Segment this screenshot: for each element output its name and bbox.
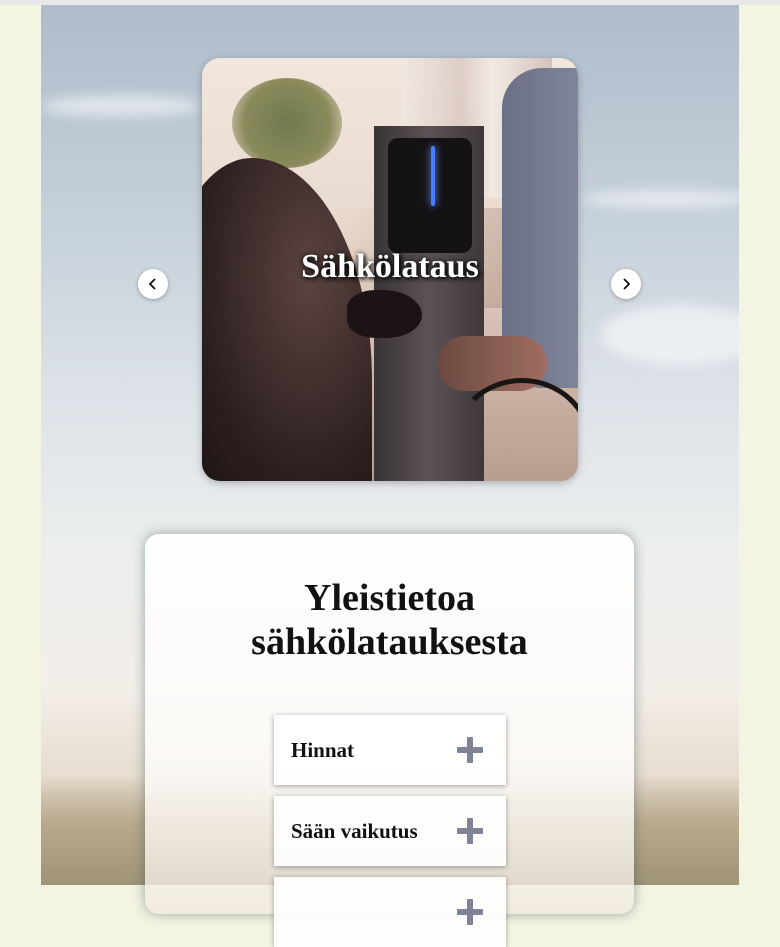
- info-title-line2: sähkölatauksesta: [251, 621, 528, 663]
- info-title: Yleistietoa sähkölatauksesta: [145, 576, 634, 664]
- charger-led: [431, 146, 435, 206]
- accordion-item[interactable]: [274, 877, 506, 947]
- carousel-next-button[interactable]: [611, 269, 641, 299]
- accordion-label: Hinnat: [291, 737, 355, 762]
- slide-title: Sähkölataus: [301, 248, 479, 285]
- chevron-right-icon: [623, 278, 631, 290]
- plus-icon: [456, 898, 484, 926]
- plus-icon: [456, 817, 484, 845]
- chevron-left-icon: [148, 278, 156, 290]
- accordion-item-saan-vaikutus[interactable]: Sään vaikutus: [274, 796, 506, 866]
- plus-icon: [456, 736, 484, 764]
- cloud: [601, 305, 739, 365]
- accordion-item-hinnat[interactable]: Hinnat: [274, 715, 506, 785]
- info-panel: Yleistietoa sähkölatauksesta Hinnat Sään…: [145, 534, 634, 947]
- cloud: [41, 95, 201, 117]
- photo-trees: [232, 78, 342, 168]
- charger-screen: [388, 138, 472, 253]
- accordion-label: Sään vaikutus: [291, 818, 418, 843]
- carousel-slide[interactable]: Sähkölataus: [202, 58, 578, 481]
- info-title-line1: Yleistietoa: [304, 577, 475, 619]
- carousel-prev-button[interactable]: [138, 269, 168, 299]
- car-mirror: [347, 290, 422, 338]
- cloud: [581, 190, 739, 208]
